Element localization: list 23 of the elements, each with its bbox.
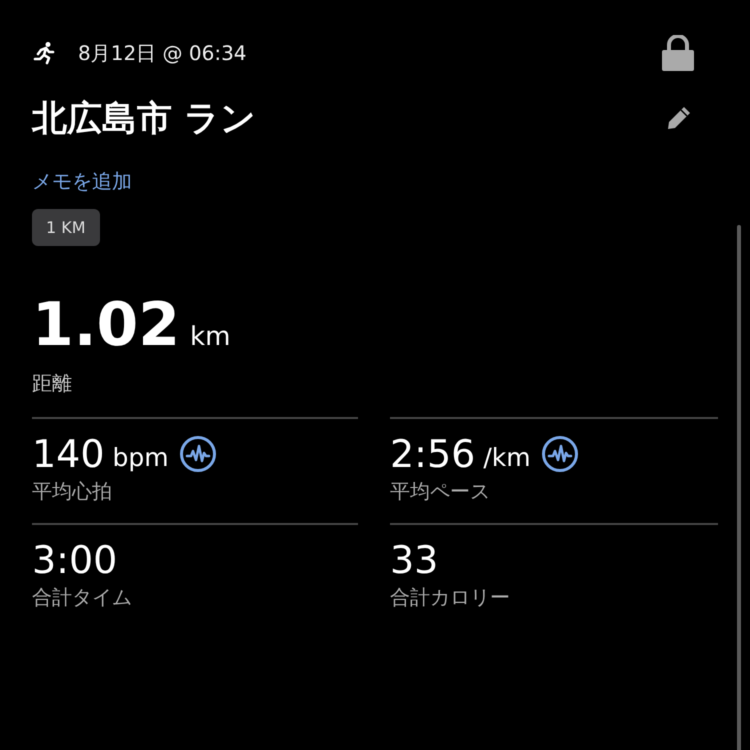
runner-icon: [32, 41, 56, 65]
pencil-icon[interactable]: [666, 105, 692, 131]
stat-label: 合計カロリー: [390, 584, 510, 611]
stat-label: 平均ペース: [390, 478, 490, 505]
stat-label: 合計タイム: [32, 584, 132, 611]
distance-label: 距離: [32, 370, 72, 397]
stat-value: 140: [32, 431, 105, 477]
split-badge[interactable]: 1 KM: [32, 209, 100, 246]
stat-value: 33: [390, 537, 438, 583]
activity-title: 北広島市 ラン: [32, 98, 256, 140]
add-memo-link[interactable]: メモを追加: [32, 168, 132, 195]
activity-date: 8月12日 @ 06:34: [78, 40, 247, 66]
scrollbar[interactable]: [737, 225, 741, 750]
graph-icon[interactable]: [540, 435, 579, 473]
stat-unit: /km: [483, 442, 531, 474]
stat-value: 3:00: [32, 537, 118, 583]
graph-icon[interactable]: [178, 435, 217, 473]
distance-value: 1.02: [32, 292, 180, 358]
lock-icon[interactable]: [662, 35, 694, 71]
stat-value: 2:56: [390, 431, 476, 477]
distance-unit: km: [190, 322, 230, 352]
stat-label: 平均心拍: [32, 478, 112, 505]
stat-unit: bpm: [112, 442, 169, 474]
